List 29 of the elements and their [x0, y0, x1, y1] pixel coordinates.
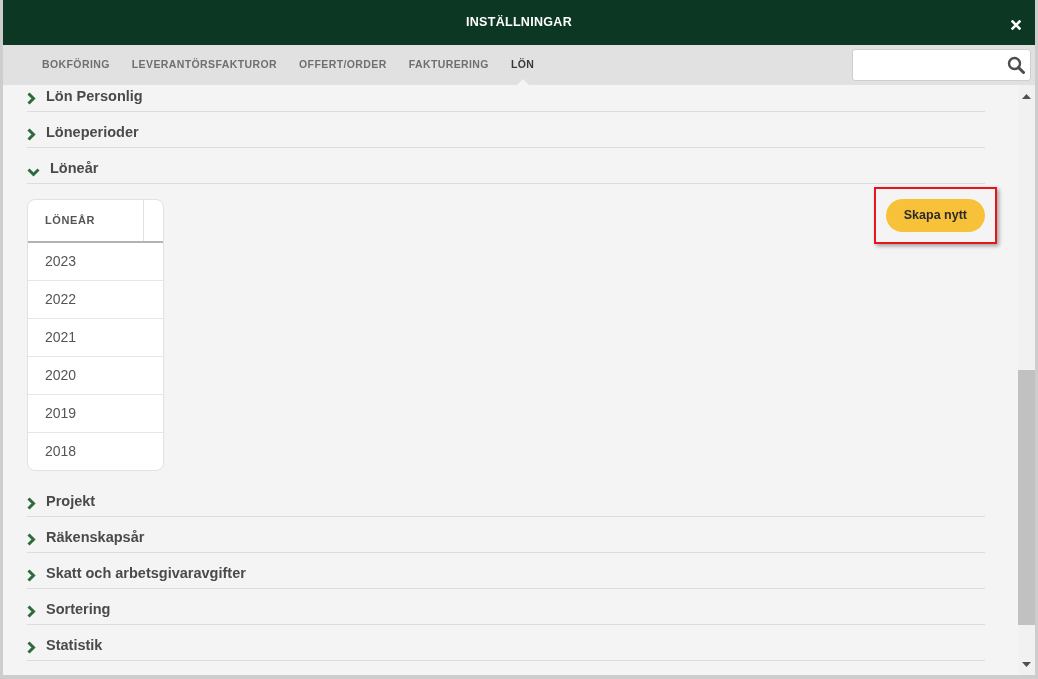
- tab[interactable]: BOKFÖRING: [31, 45, 121, 85]
- section-header[interactable]: Skatt och arbetsgivaravgifter: [27, 553, 985, 589]
- close-button[interactable]: [1011, 19, 1021, 30]
- table-cell[interactable]: 2018: [28, 432, 163, 470]
- window-title: INSTÄLLNINGAR: [466, 14, 572, 32]
- scroll-down-icon[interactable]: [1022, 661, 1031, 667]
- tab[interactable]: LEVERANTÖRSFAKTUROR: [120, 45, 289, 85]
- table-cell[interactable]: 2023: [28, 242, 163, 280]
- table-cell[interactable]: 2022: [28, 280, 163, 318]
- tab[interactable]: FAKTURERING: [397, 45, 500, 85]
- section-header[interactable]: Sortering: [27, 589, 985, 625]
- create-button[interactable]: Skapa nytt: [885, 199, 985, 232]
- tab[interactable]: OFFERT/ORDER: [288, 45, 398, 85]
- scrollbar-thumb[interactable]: [1018, 370, 1035, 625]
- column-header[interactable]: LÖNEÅR: [28, 200, 143, 242]
- search-icon[interactable]: [1007, 56, 1025, 74]
- scroll-up-icon[interactable]: [1022, 93, 1031, 99]
- close-icon: [1011, 19, 1021, 30]
- table-cell[interactable]: 2020: [28, 356, 163, 394]
- section-header[interactable]: Lön Personlig: [27, 85, 985, 112]
- section-header[interactable]: Löneperioder: [27, 112, 985, 148]
- section-header[interactable]: Projekt: [27, 481, 985, 517]
- section-header[interactable]: Räkenskapsår: [27, 517, 985, 553]
- table-cell[interactable]: 2019: [28, 394, 163, 432]
- tab[interactable]: LÖN: [499, 45, 546, 85]
- table-cell[interactable]: 2021: [28, 318, 163, 356]
- section-header[interactable]: Löneår: [27, 148, 985, 184]
- section-header[interactable]: Statistik: [27, 625, 985, 661]
- search-field[interactable]: [852, 49, 1031, 81]
